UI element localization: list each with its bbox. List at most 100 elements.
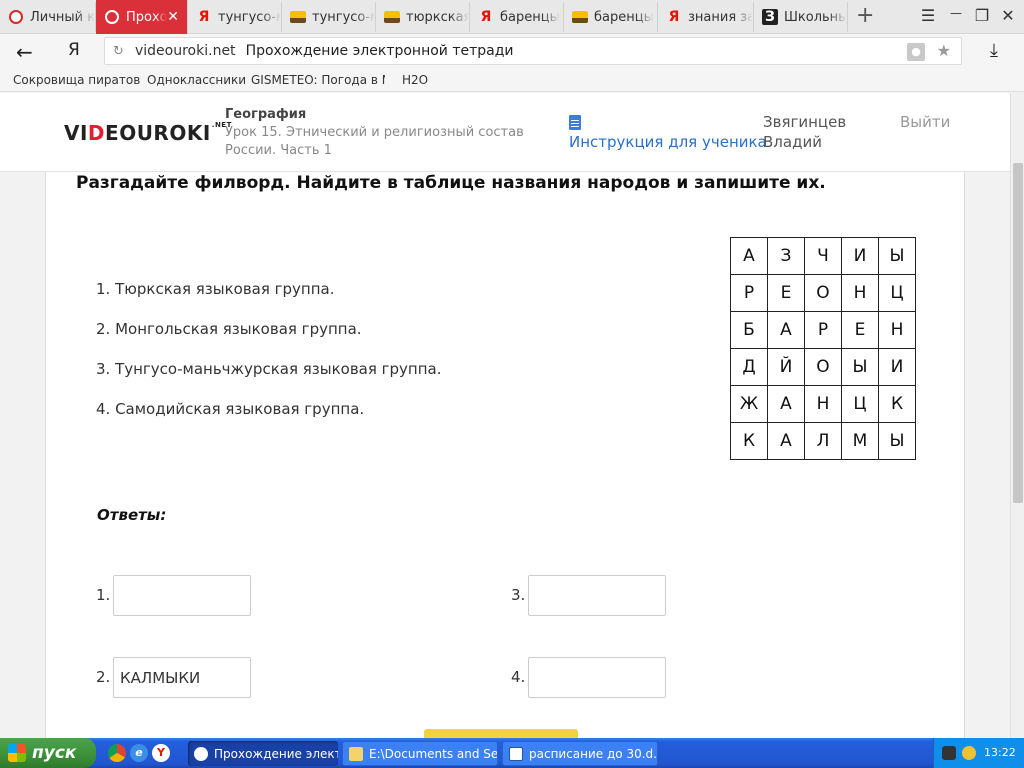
answers-heading: Ответы: (97, 506, 167, 524)
instructions-link[interactable]: Инструкция для ученика (569, 133, 767, 151)
tab-barents-2[interactable]: баренцы (564, 2, 658, 32)
grid-cell: О (804, 274, 842, 312)
close-window-button[interactable]: ✕ (996, 6, 1020, 25)
word-document-icon (509, 746, 523, 761)
grid-cell: Ж (730, 385, 768, 423)
taskbar-button-browser[interactable]: Прохождение элект... (188, 741, 338, 766)
answer-field-1[interactable] (113, 575, 251, 616)
lock-icon[interactable]: ● (907, 43, 925, 61)
address-bar[interactable]: ↻ videouroki.net Прохождение электронной… (104, 37, 962, 65)
tab-bar: Личный к Прохожд ✕ Я тунгусо-м тунгусо-м… (0, 0, 1024, 34)
bookmark-item[interactable]: GISMETEO: Погода в М (251, 73, 385, 87)
answer-label: 2. (96, 668, 111, 686)
restore-button[interactable]: ❐ (970, 6, 994, 25)
tab-active[interactable]: Прохожд ✕ (96, 0, 188, 34)
subject-title: География (225, 107, 307, 122)
grid-cell: Ы (878, 422, 916, 460)
yandex-logo-icon[interactable]: Я (68, 40, 80, 60)
taskbar-button-document[interactable]: расписание до 30.d... (502, 741, 658, 766)
tab-school[interactable]: З Школьны (754, 2, 848, 32)
answer-label: 1. (96, 586, 111, 604)
tab-label: тунгусо-м (218, 9, 281, 25)
user-name[interactable]: Звягинцев (763, 113, 846, 131)
tab-label: тунгусо-м (312, 9, 375, 25)
tab-turkic[interactable]: тюркская (376, 2, 470, 32)
bookmark-item[interactable]: H2O (402, 73, 428, 87)
workbook-content: Разгадайте филворд. Найдите в таблице на… (45, 172, 965, 742)
minimize-button[interactable]: — (944, 6, 968, 20)
grid-cell: Л (804, 422, 842, 460)
school-icon: З (762, 9, 778, 25)
bookmark-item[interactable]: Сокровища пиратов (13, 73, 140, 87)
yandex-icon: Я (480, 9, 492, 25)
close-tab-icon[interactable]: ✕ (167, 9, 179, 25)
grid-cell: О (804, 348, 842, 386)
logout-link[interactable]: Выйти (900, 113, 950, 131)
grid-cell: Й (767, 348, 805, 386)
back-button[interactable]: ← (16, 40, 33, 64)
download-icon[interactable]: ⤓ (990, 40, 998, 61)
new-tab-button[interactable]: + (856, 5, 874, 27)
answer-field-3[interactable] (528, 575, 666, 616)
yandex-browser-icon (194, 746, 208, 761)
tab-tungus-1[interactable]: Я тунгусо-м (188, 2, 282, 32)
document-icon[interactable] (569, 115, 581, 130)
tab-label: баренцы (500, 9, 560, 25)
url-page-title: Прохождение электронной тетради (245, 43, 514, 59)
answer-field-4[interactable] (528, 657, 666, 698)
taskbar-button-label: Прохождение элект... (214, 746, 338, 761)
grid-row: КАЛМЫ (730, 422, 916, 460)
grid-cell: Д (730, 348, 768, 386)
grid-cell: Б (730, 311, 768, 349)
tab-label: Школьны (784, 9, 847, 25)
grid-cell: Ц (878, 274, 916, 312)
answer-label: 4. (511, 668, 526, 686)
yandex-browser-icon[interactable]: Y (152, 744, 170, 762)
dr-icon (8, 9, 24, 25)
bookmarks-bar: Сокровища пиратов Одноклассники GISMETEO… (0, 68, 1024, 92)
tab-tungus-2[interactable]: тунгусо-м (282, 2, 376, 32)
folder-icon (349, 746, 363, 761)
grid-cell: Е (767, 274, 805, 312)
question-item: 1. Тюркская языковая группа. (96, 280, 335, 298)
grid-cell: Ц (841, 385, 879, 423)
address-row: ← Я ↻ videouroki.net Прохождение электро… (0, 34, 1024, 68)
speaker-icon[interactable] (942, 746, 956, 760)
logo-part: D (87, 121, 106, 145)
site-header: VIDEOUROKI.NET География Урок 15. Этниче… (0, 93, 1010, 172)
start-button[interactable]: пуск (0, 738, 96, 768)
tab-barents-1[interactable]: Я баренцы (470, 2, 564, 32)
question-item: 3. Тунгусо-маньчжурская языковая группа. (96, 360, 442, 378)
taskbar-button-folder[interactable]: E:\Documents and Se... (342, 741, 498, 766)
grid-cell: Е (841, 311, 879, 349)
grid-cell: И (841, 237, 879, 275)
tab-label: знания за (688, 9, 753, 25)
taskbar: пуск e Y Прохождение элект... E:\Documen… (0, 738, 1024, 768)
grid-cell: Ы (841, 348, 879, 386)
site-logo[interactable]: VIDEOUROKI.NET (64, 121, 232, 145)
bookmark-item[interactable]: Одноклассники (147, 73, 246, 87)
system-tray: 13:22 (933, 738, 1024, 768)
grid-cell: Ч (804, 237, 842, 275)
yandex-icon: Я (198, 9, 210, 25)
tab-label: тюркская (406, 9, 469, 25)
tab-znaniya[interactable]: Я знания за (658, 2, 754, 32)
internet-explorer-icon[interactable]: e (130, 744, 148, 762)
question-item: 4. Самодийская языковая группа. (96, 400, 365, 418)
question-item: 2. Монгольская языковая группа. (96, 320, 362, 338)
answer-field-2[interactable] (113, 657, 251, 698)
tab-label: Прохожд (126, 9, 168, 25)
grid-cell: Р (730, 274, 768, 312)
star-icon[interactable]: ★ (937, 41, 951, 60)
user-name[interactable]: Владий (763, 133, 822, 151)
page-scrollbar[interactable] (1010, 93, 1024, 742)
tab-personal[interactable]: Личный к (0, 2, 96, 32)
reload-icon[interactable]: ↻ (113, 44, 135, 59)
image-icon (572, 9, 588, 25)
windows-logo-icon (8, 744, 26, 762)
scrollbar-thumb[interactable] (1013, 163, 1023, 503)
menu-icon[interactable]: ☰ (916, 6, 940, 25)
chrome-icon[interactable] (108, 744, 126, 762)
task-title: Разгадайте филворд. Найдите в таблице на… (76, 173, 826, 193)
network-icon[interactable] (962, 746, 976, 760)
